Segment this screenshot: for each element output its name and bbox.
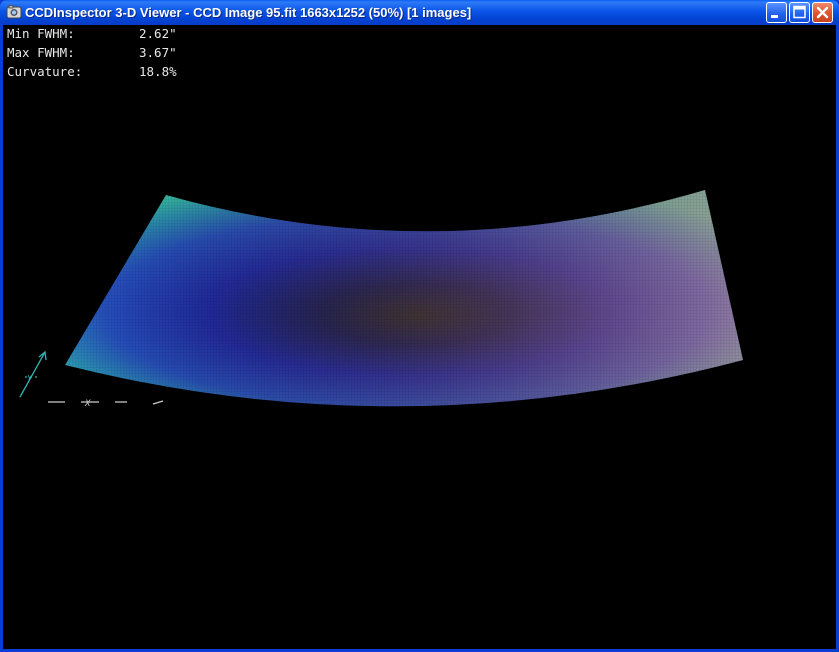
maximize-button[interactable] <box>789 2 810 23</box>
minimize-icon <box>771 15 778 18</box>
z-axis-line <box>19 350 47 398</box>
x-axis-label: X <box>84 399 91 409</box>
close-icon <box>816 6 829 19</box>
3d-viewport[interactable]: Min FWHM: 2.62" Max FWHM: 3.67" Curvature:… <box>3 25 836 649</box>
fwhm-surface-plot[interactable]: X Y <box>3 25 836 649</box>
minimize-button[interactable] <box>766 2 787 23</box>
maximize-icon <box>793 5 806 19</box>
close-button[interactable] <box>812 2 833 23</box>
viewer-window: CCDInspector 3-D Viewer - CCD Image 95.f… <box>0 0 839 652</box>
title-bar[interactable]: CCDInspector 3-D Viewer - CCD Image 95.f… <box>0 0 839 25</box>
x-axis-line <box>48 400 164 405</box>
app-icon[interactable] <box>6 4 22 20</box>
window-title: CCDInspector 3-D Viewer - CCD Image 95.f… <box>25 5 472 20</box>
surface-grid <box>65 190 743 407</box>
